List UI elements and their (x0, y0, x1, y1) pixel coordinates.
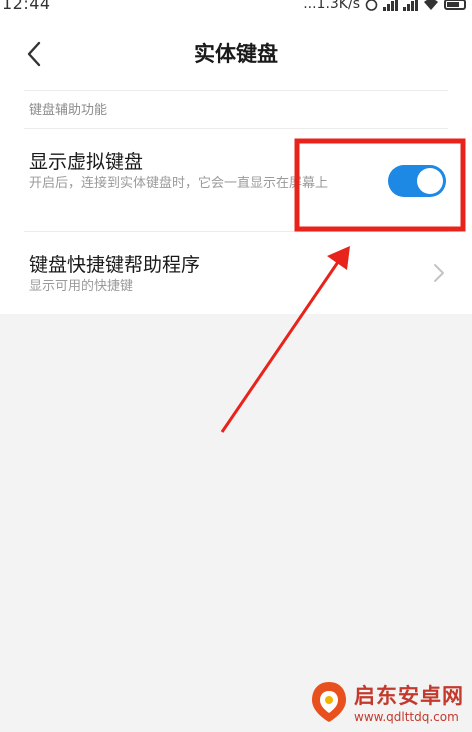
settings-panel: 键盘辅助功能 显示虚拟键盘 开启后，连接到实体键盘时，它会一直显示在屏幕上 键盘… (0, 90, 472, 314)
setting-row-show-virtual-keyboard[interactable]: 显示虚拟键盘 开启后，连接到实体键盘时，它会一直显示在屏幕上 (0, 129, 472, 231)
network-speed: ...1.3K/s (303, 0, 360, 12)
signal-icon (383, 0, 398, 11)
watermark: 启东安卓网 www.qdlttdq.com (306, 676, 468, 728)
divider (24, 90, 448, 91)
status-indicators: ...1.3K/s (303, 0, 466, 14)
page-title: 实体键盘 (194, 42, 278, 66)
toggle-knob (417, 168, 443, 194)
watermark-text: 启东安卓网 www.qdlttdq.com (354, 680, 464, 724)
alarm-icon (365, 0, 378, 11)
setting-title: 键盘快捷键帮助程序 (29, 254, 201, 276)
watermark-url: www.qdlttdq.com (354, 710, 459, 724)
setting-description: 开启后，连接到实体键盘时，它会一直显示在屏幕上 (29, 176, 329, 191)
show-virtual-keyboard-toggle[interactable] (388, 165, 446, 197)
setting-title: 显示虚拟键盘 (29, 151, 144, 173)
signal-icon-2 (403, 0, 418, 11)
status-time: 12:44 (2, 0, 51, 13)
chevron-right-icon (434, 264, 444, 282)
header: 实体键盘 (0, 14, 472, 90)
status-bar: 12:44 ...1.3K/s (0, 0, 472, 14)
battery-icon (444, 0, 466, 10)
setting-description: 显示可用的快捷键 (29, 279, 134, 294)
setting-row-keyboard-shortcuts-helper[interactable]: 键盘快捷键帮助程序 显示可用的快捷键 (0, 232, 472, 314)
wifi-icon (424, 0, 438, 10)
watermark-name: 启东安卓网 (354, 684, 464, 708)
section-label: 键盘辅助功能 (29, 103, 108, 118)
watermark-logo-icon (312, 682, 346, 722)
